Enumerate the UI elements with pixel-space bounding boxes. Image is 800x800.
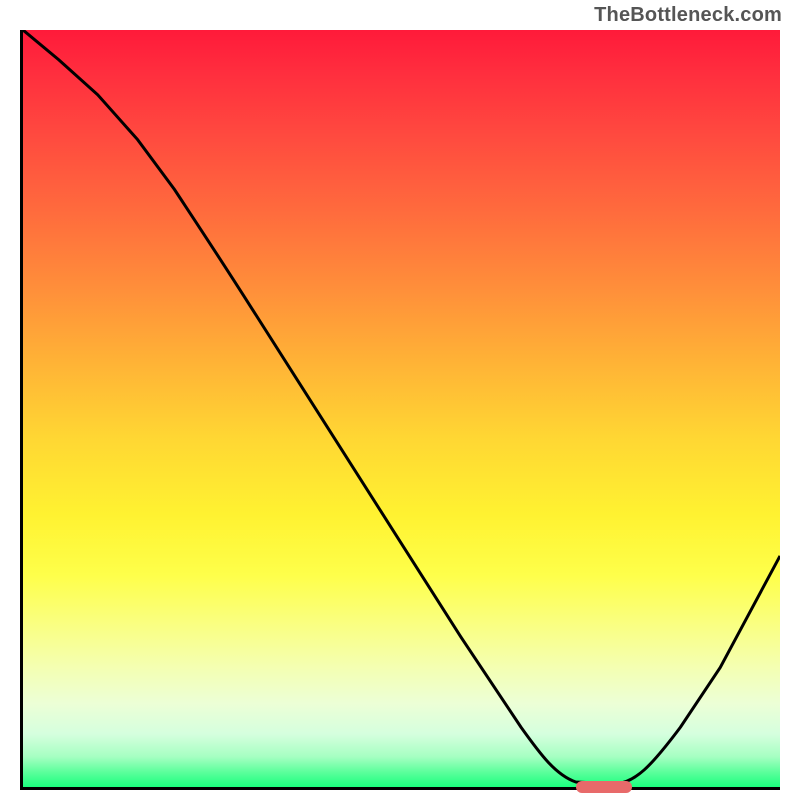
bottleneck-curve-path (23, 30, 780, 784)
optimal-range-marker (576, 781, 632, 793)
chart-plot-area (20, 30, 780, 790)
chart-curve-svg (23, 30, 780, 787)
watermark-label: TheBottleneck.com (594, 4, 782, 27)
